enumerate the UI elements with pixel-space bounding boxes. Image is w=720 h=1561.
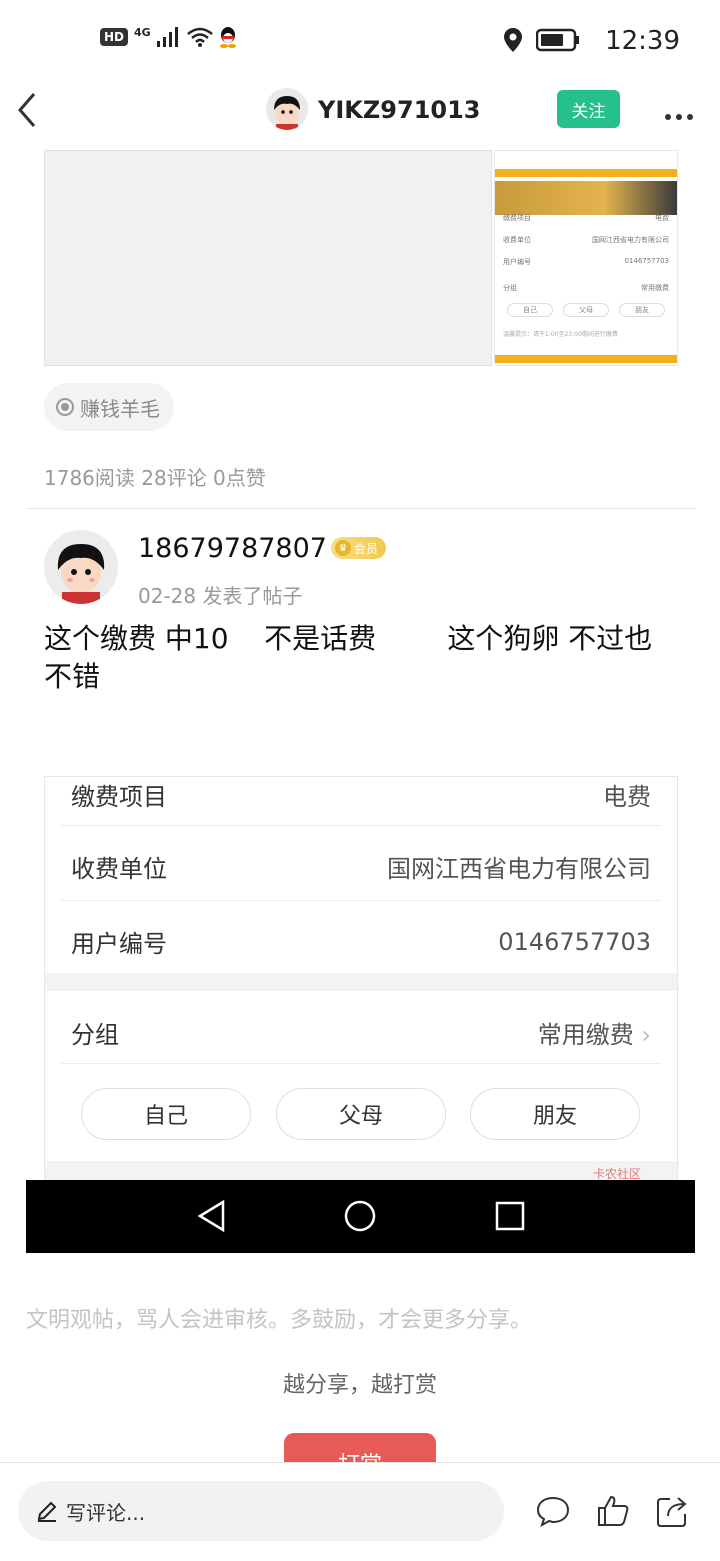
divider <box>26 508 696 509</box>
nav-back-icon[interactable] <box>194 1198 230 1234</box>
comment-content: 这个缴费 中10 不是话费 这个狗卵 不过也不错 <box>44 622 653 693</box>
write-comment-placeholder: 写评论... <box>66 1500 146 1525</box>
pencil-icon <box>37 1501 57 1522</box>
screenshot-pill: 自己 <box>81 1088 251 1140</box>
screenshot-pill: 朋友 <box>470 1088 640 1140</box>
thumb-pill: 自己 <box>507 303 553 317</box>
thumb-note: 温馨提示：请于1:00至23:00期间进行缴费 <box>503 331 618 338</box>
screenshot-row: 用户编号 0146757703 <box>71 927 651 959</box>
hd-icon: HD <box>100 28 129 46</box>
qq-icon <box>219 27 236 48</box>
comment-image[interactable]: 缴费项目 电费 收费单位 国网江西省电力有限公司 用户编号 0146757703 分组… <box>44 776 678 1181</box>
screenshot-group-row: 分组 常用缴费 › <box>71 1021 651 1049</box>
comment-icon[interactable] <box>536 1494 570 1528</box>
thumb-row: 用户编号 0146757703 <box>503 257 669 266</box>
commenter-avatar[interactable] <box>44 530 118 604</box>
location-icon <box>504 28 522 52</box>
author-username[interactable]: YIKZ971013 <box>318 96 481 124</box>
status-left: HD 4G <box>100 26 237 48</box>
screenshot-row: 收费单位 国网江西省电力有限公司 <box>71 855 651 883</box>
author-avatar[interactable] <box>266 88 308 130</box>
post-image-placeholder[interactable] <box>44 150 492 366</box>
reward-text: 越分享，越打赏 <box>282 1373 437 1398</box>
crown-icon: ♛ <box>335 540 351 556</box>
thumb-row: 分组 常用缴费 <box>503 284 669 292</box>
network-label: 4G <box>134 25 151 39</box>
member-badge-label: 会员 <box>354 541 379 556</box>
nav-recent-icon[interactable] <box>492 1198 528 1234</box>
post-image-thumbnail[interactable]: 缴费项目 电费 收费单位 国网江西省电力有限公司 用户编号 0146757703 分组… <box>494 150 678 366</box>
thumb-row: 收费单位 国网江西省电力有限公司 <box>503 236 669 244</box>
back-icon[interactable] <box>16 92 38 135</box>
nav-home-icon[interactable] <box>342 1198 378 1234</box>
battery-icon <box>536 28 579 52</box>
target-icon <box>56 398 74 416</box>
thumb-pill: 父母 <box>563 303 609 317</box>
status-bar: HD 4G 12:39 <box>0 0 720 80</box>
thumb-row: 缴费项目 电费 <box>503 214 669 222</box>
like-icon[interactable] <box>596 1494 630 1528</box>
topic-tag[interactable]: 赚钱羊毛 <box>44 383 174 431</box>
share-icon[interactable] <box>656 1494 690 1528</box>
wifi-icon <box>186 27 213 47</box>
civility-notice: 文明观帖，骂人会进审核。多鼓励，才会更多分享。 <box>26 1308 533 1333</box>
system-nav-bar <box>26 1180 695 1253</box>
status-right <box>504 28 580 52</box>
member-badge: ♛ 会员 <box>331 537 387 559</box>
topic-tag-label: 赚钱羊毛 <box>80 396 160 421</box>
screenshot-pill: 父母 <box>276 1088 446 1140</box>
thumb-banner <box>495 181 677 215</box>
follow-button[interactable]: 关注 <box>557 90 620 128</box>
thumb-pill: 朋友 <box>619 303 665 317</box>
commenter-name[interactable]: 18679787807 <box>138 533 327 564</box>
post-stats: 1786阅读 28评论 0点赞 <box>44 466 266 490</box>
screenshot-row: 缴费项目 电费 <box>71 783 651 811</box>
write-comment-input[interactable]: 写评论... <box>18 1481 504 1541</box>
thumb-bottom-bar <box>495 355 677 363</box>
comment-meta: 02-28 发表了帖子 <box>138 584 303 608</box>
thumb-top-bar <box>495 169 677 177</box>
chevron-right-icon: › <box>641 1021 651 1049</box>
signal-icon <box>156 27 178 47</box>
status-time: 12:39 <box>605 26 680 56</box>
watermark: 卡农社区 <box>592 1167 641 1181</box>
more-icon[interactable] <box>664 96 694 129</box>
